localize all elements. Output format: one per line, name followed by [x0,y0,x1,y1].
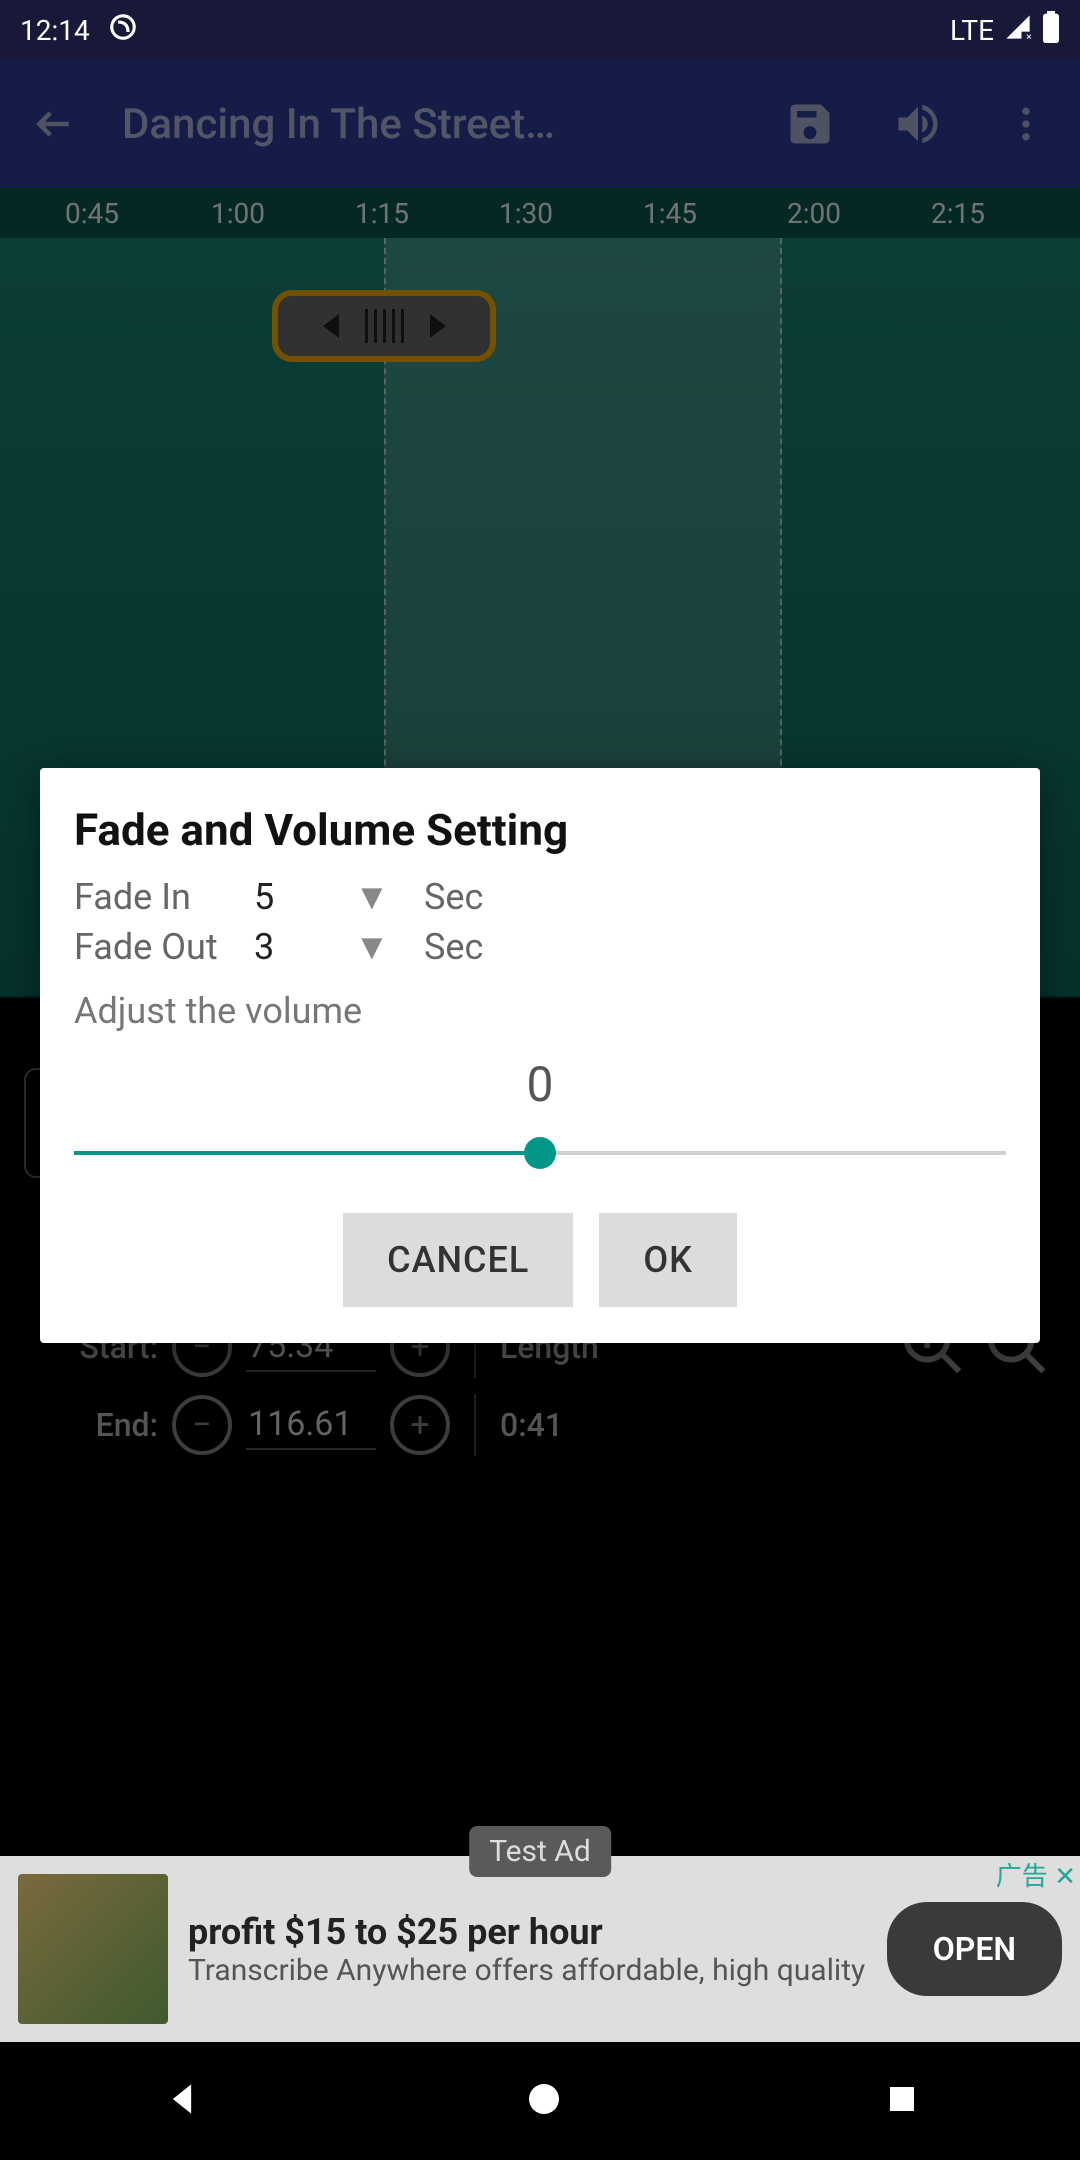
svg-text:×: × [1026,29,1032,40]
fade-in-unit: Sec [424,876,483,918]
fade-out-value[interactable]: 3 [254,926,354,968]
nav-back-button[interactable] [160,2077,204,2125]
nav-recent-button[interactable] [884,2081,920,2121]
fade-out-unit: Sec [424,926,483,968]
fade-out-label: Fade Out [74,926,254,968]
status-time: 12:14 [20,14,90,47]
status-bar: 12:14 LTE × [0,0,1080,60]
do-not-disturb-icon [108,12,138,49]
ad-info[interactable]: 广告 ✕ [996,1856,1076,1893]
volume-slider[interactable] [74,1133,1006,1173]
battery-icon [1042,11,1060,50]
ad-image [18,1874,168,2024]
fade-in-value[interactable]: 5 [254,876,354,918]
dialog-title: Fade and Volume Setting [74,804,1006,856]
volume-value: 0 [74,1056,1006,1113]
signal-icon: × [1004,13,1032,48]
nav-home-button[interactable] [524,2079,564,2123]
cancel-button[interactable]: CANCEL [343,1213,573,1307]
ad-body: Transcribe Anywhere offers affordable, h… [188,1953,865,1988]
network-label: LTE [950,14,994,47]
fade-volume-dialog: Fade and Volume Setting Fade In 5 ▼ Sec … [40,768,1040,1343]
ad-open-button[interactable]: OPEN [887,1902,1062,1996]
ad-title: profit $15 to $25 per hour [188,1911,865,1953]
ad-badge: Test Ad [469,1826,611,1877]
ok-button[interactable]: OK [599,1213,737,1307]
adjust-volume-label: Adjust the volume [74,990,1006,1032]
ad-banner[interactable]: Test Ad 广告 ✕ profit $15 to $25 per hour … [0,1856,1080,2042]
dropdown-icon[interactable]: ▼ [354,926,394,968]
fade-in-label: Fade In [74,876,254,918]
slider-thumb[interactable] [524,1137,556,1169]
system-nav-bar [0,2042,1080,2160]
dropdown-icon[interactable]: ▼ [354,876,394,918]
